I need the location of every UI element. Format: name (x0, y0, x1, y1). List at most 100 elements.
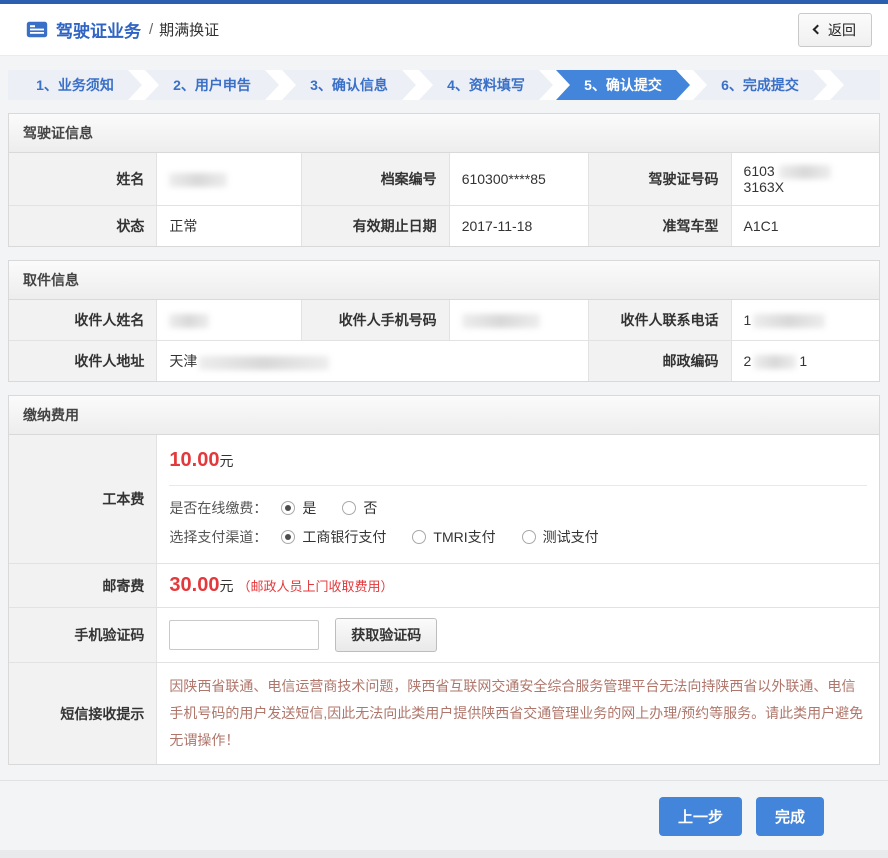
back-button[interactable]: 返回 (798, 13, 872, 47)
step-6-complete-submit[interactable]: 6、完成提交 (693, 70, 827, 100)
radio-no-icon[interactable] (342, 501, 356, 515)
footer-actions: 上一步 完成 (0, 781, 888, 836)
post-fee-amount: 30.00 (169, 574, 219, 596)
previous-step-button[interactable]: 上一步 (659, 797, 742, 836)
table-row: 邮寄费 30.00元 （邮政人员上门收取费用） (9, 564, 879, 608)
online-no-label: 否 (363, 498, 377, 518)
post-fee-note: （邮政人员上门收取费用） (237, 579, 393, 594)
page-title: 驾驶证业务 (56, 17, 141, 42)
radio-tmri-icon[interactable] (412, 530, 426, 544)
recipient-name-value (157, 300, 301, 341)
radio-icbc-icon[interactable] (281, 530, 295, 544)
sms-notice-label: 短信接收提示 (9, 663, 157, 765)
step-4-fill-materials[interactable]: 4、资料填写 (419, 70, 553, 100)
phone-label: 收件人联系电话 (588, 300, 731, 341)
post-fee-unit: 元 (219, 578, 233, 594)
table-row: 收件人姓名 收件人手机号码 收件人联系电话 1 (9, 300, 879, 341)
channel-icbc-option[interactable]: 工商银行支付 (281, 527, 386, 547)
pay-channel-line: 选择支付渠道： 工商银行支付 TMRI支付 测试支付 (169, 527, 867, 547)
pickup-info-table: 收件人姓名 收件人手机号码 收件人联系电话 1 收件人地址 天津 邮政编码 21 (9, 300, 879, 381)
table-row: 工本费 10.00元 是否在线缴费： 是 否 (9, 435, 879, 564)
step-2-user-declaration[interactable]: 2、用户申告 (145, 70, 279, 100)
license-no-suffix: 3163X (744, 179, 784, 195)
phone-prefix: 1 (744, 312, 752, 328)
step-nav-filler (830, 70, 880, 100)
status-label: 状态 (9, 206, 157, 247)
finish-button[interactable]: 完成 (756, 797, 824, 836)
sms-code-cell: 获取验证码 (157, 608, 879, 663)
file-no-value: 610300****85 (449, 153, 588, 206)
online-pay-question: 是否在线缴费： (169, 498, 267, 518)
get-code-button[interactable]: 获取验证码 (335, 618, 437, 652)
page-bottom-strip (0, 850, 888, 858)
step-1-business-notice[interactable]: 1、业务须知 (8, 70, 142, 100)
expiry-value: 2017-11-18 (449, 206, 588, 247)
license-no-label: 驾驶证号码 (588, 153, 731, 206)
zip-prefix: 2 (744, 353, 752, 369)
channel-tmri-option[interactable]: TMRI支付 (412, 527, 495, 547)
mobile-value (449, 300, 588, 341)
sms-notice-text: 因陕西省联通、电信运营商技术问题，陕西省互联网交通安全综合服务管理平台无法向持陕… (169, 673, 867, 754)
vehicle-label: 准驾车型 (588, 206, 731, 247)
name-label: 姓名 (9, 153, 157, 206)
zip-suffix: 1 (799, 353, 807, 369)
sms-code-label: 手机验证码 (9, 608, 157, 663)
back-button-label: 返回 (828, 20, 856, 40)
table-row: 手机验证码 获取验证码 (9, 608, 879, 663)
fee-cell: 10.00元 是否在线缴费： 是 否 选择支付渠道： (157, 435, 879, 564)
post-fee-label: 邮寄费 (9, 564, 157, 608)
table-row: 姓名 档案编号 610300****85 驾驶证号码 6103 3163X (9, 153, 879, 206)
step-3-confirm-info[interactable]: 3、确认信息 (282, 70, 416, 100)
payment-section: 缴纳费用 工本费 10.00元 是否在线缴费： 是 否 (8, 395, 880, 765)
step-navigation: 1、业务须知 2、用户申告 3、确认信息 4、资料填写 5、确认提交 6、完成提… (8, 70, 880, 100)
fee-divider (169, 485, 867, 486)
recipient-name-label: 收件人姓名 (9, 300, 157, 341)
table-row: 收件人地址 天津 邮政编码 21 (9, 341, 879, 382)
address-prefix: 天津 (169, 353, 197, 369)
phone-value: 1 (731, 300, 879, 341)
fee-amount-line: 10.00元 (169, 445, 867, 472)
status-value: 正常 (157, 206, 301, 247)
license-no-value: 6103 3163X (731, 153, 879, 206)
license-section-title: 驾驶证信息 (9, 114, 879, 153)
channel-test-option[interactable]: 测试支付 (522, 527, 599, 547)
redacted-recipient-name (169, 314, 209, 328)
post-fee-cell: 30.00元 （邮政人员上门收取费用） (157, 564, 879, 608)
vehicle-value: A1C1 (731, 206, 879, 247)
online-no-option[interactable]: 否 (342, 498, 377, 518)
breadcrumb-separator: / (149, 21, 153, 38)
online-pay-line: 是否在线缴费： 是 否 (169, 498, 867, 518)
chevron-left-icon (813, 25, 823, 35)
channel-tmri-label: TMRI支付 (433, 527, 495, 547)
payment-section-title: 缴纳费用 (9, 396, 879, 435)
redacted-zip-middle (754, 355, 796, 369)
redacted-phone-rest (753, 314, 825, 328)
mobile-label: 收件人手机号码 (301, 300, 449, 341)
address-label: 收件人地址 (9, 341, 157, 382)
channel-test-label: 测试支付 (543, 527, 599, 547)
fee-label: 工本费 (9, 435, 157, 564)
license-info-section: 驾驶证信息 姓名 档案编号 610300****85 驾驶证号码 6103 31… (8, 113, 880, 247)
name-value (157, 153, 301, 206)
payment-table: 工本费 10.00元 是否在线缴费： 是 否 (9, 435, 879, 764)
redacted-license-middle (779, 165, 831, 179)
online-yes-option[interactable]: 是 (281, 498, 316, 518)
pay-channel-question: 选择支付渠道： (169, 527, 267, 547)
channel-icbc-label: 工商银行支付 (302, 527, 386, 547)
redacted-address-rest (199, 356, 329, 370)
zip-label: 邮政编码 (588, 341, 731, 382)
zip-value: 21 (731, 341, 879, 382)
table-row: 短信接收提示 因陕西省联通、电信运营商技术问题，陕西省互联网交通安全综合服务管理… (9, 663, 879, 765)
file-no-label: 档案编号 (301, 153, 449, 206)
step-5-confirm-submit[interactable]: 5、确认提交 (556, 70, 690, 100)
table-row: 状态 正常 有效期止日期 2017-11-18 准驾车型 A1C1 (9, 206, 879, 247)
pickup-section-title: 取件信息 (9, 261, 879, 300)
radio-test-icon[interactable] (522, 530, 536, 544)
redacted-mobile (462, 314, 540, 328)
sms-code-input[interactable] (169, 620, 319, 650)
fee-unit: 元 (219, 453, 233, 469)
radio-yes-icon[interactable] (281, 501, 295, 515)
redacted-name (169, 173, 227, 187)
pickup-info-section: 取件信息 收件人姓名 收件人手机号码 收件人联系电话 1 收件人地址 天津 邮政… (8, 260, 880, 382)
license-info-table: 姓名 档案编号 610300****85 驾驶证号码 6103 3163X 状态… (9, 153, 879, 246)
